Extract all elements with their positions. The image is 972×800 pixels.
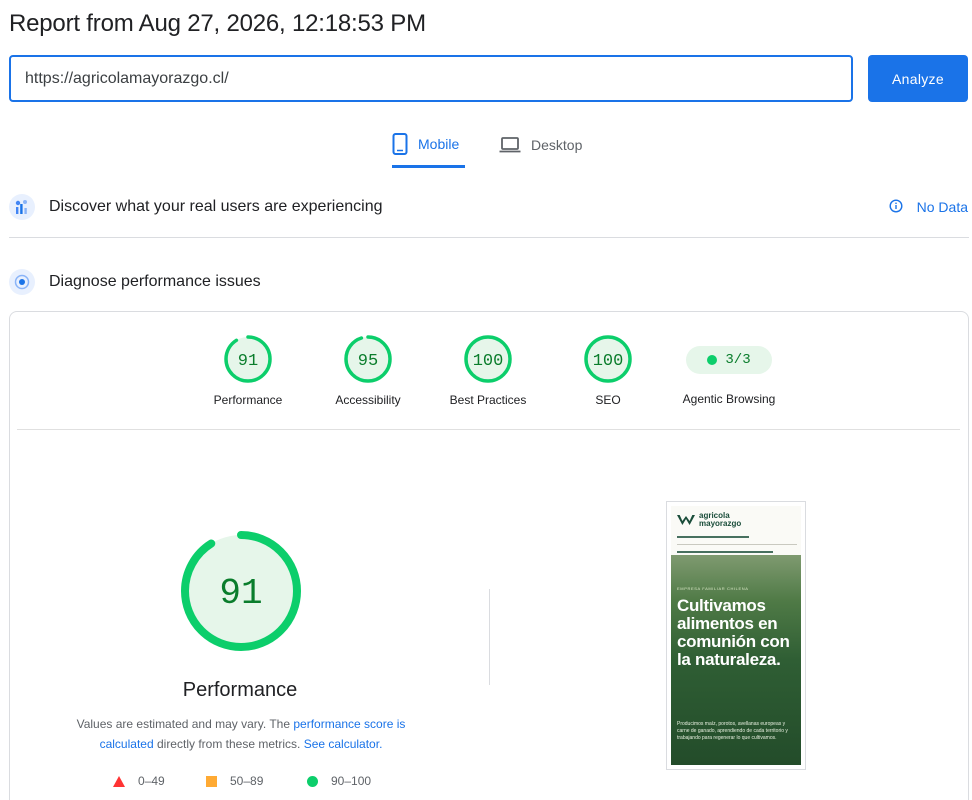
site-nav xyxy=(677,536,797,557)
best-practices-score: 100 xyxy=(473,352,504,371)
agentic-browsing-score: 3/3 xyxy=(725,352,751,368)
legend-pass-range: 90–100 xyxy=(331,774,372,788)
crux-title: Discover what your real users are experi… xyxy=(49,198,383,215)
performance-label: Performance xyxy=(213,393,283,407)
legend-average-range: 50–89 xyxy=(230,774,264,788)
site-logo: agricola mayorazgo xyxy=(677,512,741,528)
no-data-label: No Data xyxy=(916,199,968,215)
site-headline: Cultivamos alimentos en comunión con la … xyxy=(677,596,790,669)
tab-desktop[interactable]: Desktop xyxy=(499,128,582,168)
lighthouse-card: 91 Performance 95 Accessibility 100 Best… xyxy=(9,311,969,800)
section-divider xyxy=(9,237,969,238)
seo-gauge-ring: 100 xyxy=(584,335,632,383)
diagnose-title: Diagnose performance issues xyxy=(49,273,261,290)
note-prefix: Values are estimated and may vary. The xyxy=(76,717,294,731)
tab-mobile-label: Mobile xyxy=(418,135,460,152)
accessibility-gauge[interactable]: 95 Accessibility xyxy=(308,334,428,407)
average-square-icon xyxy=(206,775,217,787)
url-input[interactable] xyxy=(9,55,853,102)
no-data-link[interactable]: No Data xyxy=(889,198,968,216)
best-practices-gauge-ring: 100 xyxy=(464,335,512,383)
site-hero: EMPRESA FAMILIAR CHILENA Cultivamos alim… xyxy=(671,555,801,765)
performance-big-score: 91 xyxy=(219,573,262,614)
users-chart-icon xyxy=(9,194,35,220)
see-calculator-link[interactable]: See calculator. xyxy=(304,737,383,751)
performance-gauge[interactable]: 91 Performance xyxy=(188,334,308,407)
tab-mobile[interactable]: Mobile xyxy=(392,128,465,168)
performance-note: Values are estimated and may vary. The p… xyxy=(56,714,426,754)
page-screenshot-content: agricola mayorazgo EMPRESA FAMILIAR CHILE… xyxy=(671,506,801,765)
site-logo-mark-icon xyxy=(677,515,695,525)
diagnose-icon xyxy=(9,269,35,295)
site-brand: agricola mayorazgo xyxy=(699,511,742,528)
accessibility-label: Accessibility xyxy=(335,393,401,407)
seo-gauge[interactable]: 100 SEO xyxy=(548,334,668,407)
site-kicker: EMPRESA FAMILIAR CHILENA xyxy=(677,586,749,591)
laptop-icon xyxy=(499,137,521,153)
note-mid: directly from these metrics. xyxy=(153,737,304,751)
accessibility-score: 95 xyxy=(358,352,378,371)
performance-big-label: Performance xyxy=(182,679,298,701)
smartphone-icon xyxy=(392,132,408,155)
pass-circle-icon xyxy=(307,775,318,787)
analyze-button[interactable]: Analyze xyxy=(868,55,968,102)
tab-desktop-label: Desktop xyxy=(531,137,583,153)
pass-dot-icon xyxy=(707,355,718,365)
agentic-browsing-gauge[interactable]: 3/3 Agentic Browsing xyxy=(664,334,794,406)
accessibility-gauge-ring: 95 xyxy=(344,335,392,383)
performance-score: 91 xyxy=(238,352,258,371)
seo-label: SEO xyxy=(595,393,621,407)
crux-section: Discover what your real users are experi… xyxy=(9,194,968,220)
legend-pass: 90–100 xyxy=(307,774,371,788)
fail-triangle-icon xyxy=(113,775,125,787)
performance-big-gauge: 91 xyxy=(181,531,301,651)
info-icon xyxy=(889,198,903,216)
performance-gauge-ring: 91 xyxy=(224,335,272,383)
agentic-browsing-label: Agentic Browsing xyxy=(682,392,776,406)
site-body: Producimos maíz, porotos, avellanas euro… xyxy=(677,721,788,741)
legend-fail: 0–49 xyxy=(113,774,165,788)
vertical-separator xyxy=(489,589,490,685)
best-practices-label: Best Practices xyxy=(449,393,527,407)
legend-average: 50–89 xyxy=(206,774,263,788)
agentic-browsing-pill: 3/3 xyxy=(686,346,772,374)
card-divider xyxy=(17,429,960,430)
diagnose-section: Diagnose performance issues xyxy=(9,269,968,295)
seo-score: 100 xyxy=(593,352,624,371)
best-practices-gauge[interactable]: 100 Best Practices xyxy=(428,334,548,407)
page-screenshot[interactable]: agricola mayorazgo EMPRESA FAMILIAR CHILE… xyxy=(666,501,806,770)
report-title: Report from Aug 27, 2026, 12:18:53 PM xyxy=(9,10,426,37)
legend-fail-range: 0–49 xyxy=(138,774,165,788)
